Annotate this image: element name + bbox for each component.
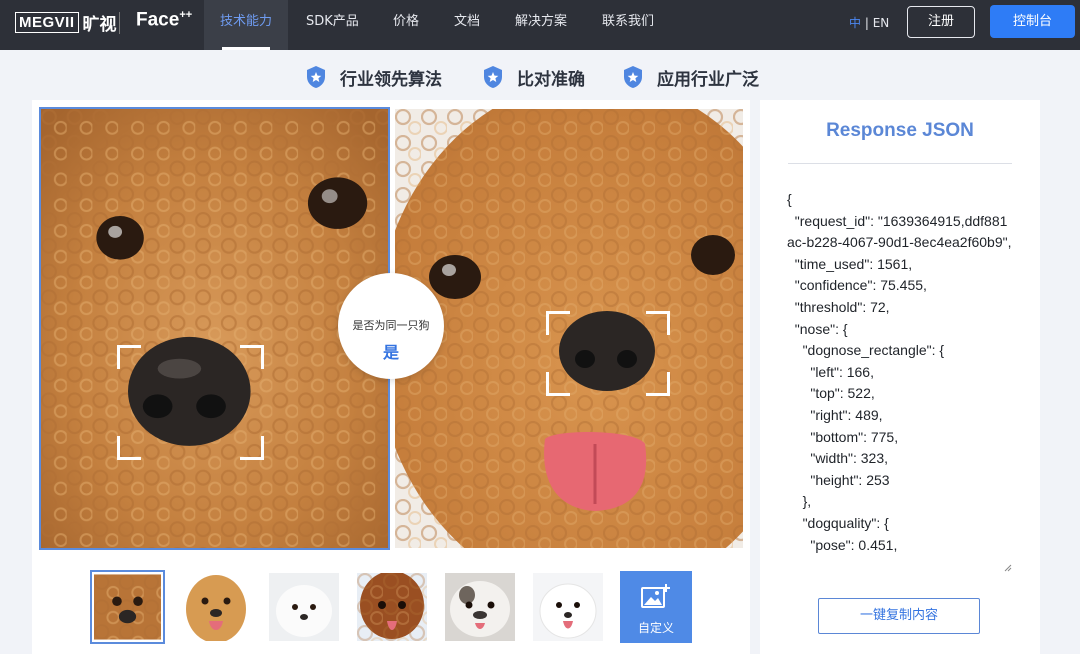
nose-detection-box: [117, 345, 264, 460]
thumbnail-bulldog[interactable]: [445, 573, 515, 641]
nose-detection-box: [546, 311, 670, 396]
verdict-question: 是否为同一只狗: [352, 319, 430, 332]
logo-divider: [119, 12, 120, 34]
feature-label: 应用行业广泛: [657, 69, 759, 90]
bulldog-thumb-image: [445, 573, 515, 641]
response-json-title: Response JSON: [826, 120, 974, 141]
same-dog-verdict: 是否为同一只狗 是: [338, 273, 444, 379]
image-add-icon: [641, 584, 670, 608]
nav-item-label: 技术能力: [219, 14, 272, 29]
lang-cn[interactable]: 中: [849, 16, 861, 30]
thumbnail-red-poodle[interactable]: [357, 573, 427, 641]
nav-item-solutions[interactable]: 解决方案: [515, 0, 567, 50]
nav-item-pricing[interactable]: 价格: [393, 0, 419, 50]
dog-photo-right[interactable]: [395, 109, 743, 548]
lang-en[interactable]: EN: [873, 16, 890, 30]
thumbnail-samoyed[interactable]: [533, 573, 603, 641]
red-poodle-thumb-image: [357, 573, 427, 641]
nav-item-label: SDK产品: [306, 14, 359, 29]
poodle-thumb-image: [94, 574, 161, 640]
nav-item-label: 价格: [393, 14, 420, 29]
faceplusplus-logo-sup: ++: [179, 9, 193, 21]
nav-item-contact[interactable]: 联系我们: [602, 0, 654, 50]
language-switch: 中 | EN: [849, 14, 889, 31]
shield-star-icon: [484, 66, 502, 88]
nav-item-label: 解决方案: [515, 14, 568, 29]
nav-item-tech[interactable]: 技术能力: [204, 0, 288, 50]
feature-label: 行业领先算法: [340, 69, 442, 90]
register-button[interactable]: 注册: [907, 6, 975, 38]
nav-item-docs[interactable]: 文档: [454, 0, 480, 50]
nav-item-sdk[interactable]: SDK产品: [306, 0, 359, 50]
thumbnail-poodle[interactable]: [90, 570, 165, 644]
faceplusplus-logo[interactable]: Face++: [136, 9, 192, 31]
feature-accuracy: 比对准确: [483, 63, 585, 91]
samoyed-thumb-image: [533, 573, 603, 641]
shield-star-icon: [307, 66, 325, 88]
feature-label: 比对准确: [517, 69, 585, 90]
faceplusplus-logo-text: Face: [136, 9, 180, 31]
megvii-logo-box: MEGVII: [15, 11, 79, 33]
golden-retriever-thumb-image: [181, 573, 251, 641]
nav-item-label: 联系我们: [602, 14, 655, 29]
white-spitz-thumb-image: [269, 573, 339, 641]
custom-upload-label: 自定义: [637, 621, 674, 635]
megvii-logo-cn: 旷视: [82, 14, 117, 35]
top-nav: MEGVII 旷视 Face++ 技术能力 SDK产品 价格 文档 解决方案 联…: [0, 0, 1080, 50]
feature-industry: 应用行业广泛: [623, 63, 759, 91]
custom-upload-button[interactable]: 自定义: [620, 571, 692, 643]
feature-algorithm: 行业领先算法: [306, 63, 442, 91]
json-divider: [788, 163, 1012, 164]
thumbnail-golden-retriever[interactable]: [181, 573, 251, 641]
poodle-closeup-image: [41, 109, 388, 548]
copy-content-button[interactable]: 一键复制内容: [818, 598, 980, 634]
megvii-logo[interactable]: MEGVII 旷视: [15, 11, 117, 35]
console-button[interactable]: 控制台: [990, 5, 1075, 38]
response-json-textarea[interactable]: { "request_id": "1639364915,ddf881ac-b22…: [787, 189, 1012, 571]
shield-star-icon: [624, 66, 642, 88]
nav-item-label: 文档: [454, 14, 481, 29]
verdict-answer: 是: [382, 343, 399, 362]
lang-separator: |: [864, 16, 869, 30]
thumbnail-white-spitz[interactable]: [269, 573, 339, 641]
resize-handle-icon[interactable]: [1002, 562, 1012, 572]
